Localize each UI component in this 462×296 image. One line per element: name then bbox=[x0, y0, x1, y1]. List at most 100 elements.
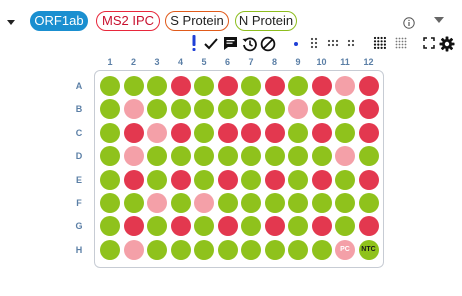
well-negative[interactable] bbox=[264, 99, 285, 120]
row-label[interactable]: C bbox=[74, 128, 84, 138]
gear-icon[interactable] bbox=[438, 35, 455, 52]
well-negative[interactable] bbox=[217, 193, 238, 213]
well-positive[interactable] bbox=[264, 216, 285, 237]
well-negative[interactable] bbox=[241, 239, 261, 260]
well-positive[interactable] bbox=[241, 122, 261, 143]
history-icon[interactable] bbox=[241, 35, 258, 52]
column-label[interactable]: 6 bbox=[220, 57, 236, 67]
target-chip-s-protein[interactable]: S Protein bbox=[165, 11, 229, 31]
plate-384-view-icon[interactable] bbox=[394, 36, 408, 50]
column-label[interactable]: 10 bbox=[314, 57, 330, 67]
well-positive[interactable] bbox=[311, 216, 332, 237]
well-negative[interactable] bbox=[194, 239, 214, 260]
well-weak-positive[interactable] bbox=[147, 193, 167, 213]
well-negative[interactable] bbox=[194, 76, 214, 96]
column-label[interactable]: 1 bbox=[102, 57, 118, 67]
well-negative[interactable] bbox=[335, 193, 355, 213]
info-icon[interactable] bbox=[402, 16, 416, 30]
well-weak-positive[interactable] bbox=[147, 122, 167, 143]
well-positive[interactable] bbox=[217, 169, 238, 190]
well-negative[interactable] bbox=[288, 239, 308, 260]
well-positive[interactable] bbox=[123, 122, 144, 143]
well-positive[interactable] bbox=[264, 76, 285, 96]
well-negative[interactable] bbox=[264, 193, 285, 213]
well-positive[interactable] bbox=[217, 76, 238, 96]
well-positive[interactable] bbox=[358, 76, 379, 96]
target-chip-ms2-ipc[interactable]: MS2 IPC bbox=[96, 11, 160, 31]
well-negative[interactable] bbox=[311, 99, 332, 120]
column-label[interactable]: 3 bbox=[149, 57, 165, 67]
well-negative[interactable] bbox=[358, 193, 379, 213]
well-positive[interactable] bbox=[217, 216, 238, 237]
plate-96-view-icon[interactable] bbox=[372, 35, 388, 51]
target-chip-n-protein[interactable]: N Protein bbox=[235, 11, 297, 31]
well-negative[interactable] bbox=[147, 239, 167, 260]
well-negative[interactable] bbox=[241, 169, 261, 190]
well-negative[interactable] bbox=[358, 146, 379, 167]
well-negative[interactable] bbox=[288, 122, 308, 143]
well-positive[interactable] bbox=[264, 122, 285, 143]
well-negative[interactable] bbox=[217, 146, 238, 167]
well-negative[interactable] bbox=[335, 169, 355, 190]
well-positive[interactable] bbox=[358, 122, 379, 143]
well-positive[interactable] bbox=[311, 122, 332, 143]
well-negative[interactable] bbox=[147, 76, 167, 96]
collapse-chevron-icon[interactable] bbox=[6, 18, 16, 28]
row-label[interactable]: G bbox=[74, 221, 84, 231]
well-weak-positive[interactable] bbox=[123, 239, 144, 260]
well-negative[interactable] bbox=[100, 76, 120, 96]
well-negative[interactable] bbox=[311, 193, 332, 213]
row-label[interactable]: A bbox=[74, 81, 84, 91]
well-weak-positive[interactable] bbox=[123, 99, 144, 120]
well-positive[interactable] bbox=[170, 169, 191, 190]
well-negative[interactable] bbox=[170, 193, 191, 213]
column-label[interactable]: 2 bbox=[126, 57, 142, 67]
well-negative[interactable] bbox=[100, 239, 120, 260]
row-label[interactable]: B bbox=[74, 104, 84, 114]
row-label[interactable]: E bbox=[74, 175, 84, 185]
column-label[interactable]: 12 bbox=[361, 57, 377, 67]
expand-icon[interactable] bbox=[422, 36, 436, 50]
row-label[interactable]: H bbox=[74, 245, 84, 255]
well-negative[interactable] bbox=[194, 122, 214, 143]
small-grid-view-icon[interactable] bbox=[345, 38, 357, 48]
well-no-template-control[interactable]: NTC bbox=[358, 239, 379, 260]
comment-icon[interactable] bbox=[222, 35, 238, 51]
well-positive[interactable] bbox=[311, 169, 332, 190]
well-positive[interactable] bbox=[311, 76, 332, 96]
column-dots-view-icon[interactable] bbox=[308, 36, 320, 50]
well-positive[interactable] bbox=[358, 99, 379, 120]
well-positive[interactable] bbox=[170, 76, 191, 96]
well-negative[interactable] bbox=[194, 169, 214, 190]
column-label[interactable]: 9 bbox=[290, 57, 306, 67]
ban-icon[interactable] bbox=[259, 35, 276, 52]
well-negative[interactable] bbox=[241, 76, 261, 96]
well-negative[interactable] bbox=[264, 239, 285, 260]
well-positive[interactable] bbox=[123, 216, 144, 237]
grid-dots-view-icon[interactable] bbox=[326, 38, 342, 48]
check-icon[interactable] bbox=[203, 36, 219, 52]
well-positive[interactable] bbox=[170, 122, 191, 143]
well-weak-positive[interactable] bbox=[123, 146, 144, 167]
well-negative[interactable] bbox=[288, 193, 308, 213]
well-negative[interactable] bbox=[311, 239, 332, 260]
well-positive[interactable] bbox=[264, 169, 285, 190]
well-negative[interactable] bbox=[147, 169, 167, 190]
well-negative[interactable] bbox=[335, 122, 355, 143]
well-negative[interactable] bbox=[100, 169, 120, 190]
well-positive[interactable] bbox=[358, 169, 379, 190]
exclamation-icon[interactable] bbox=[190, 34, 198, 52]
well-negative[interactable] bbox=[123, 76, 144, 96]
column-label[interactable]: 7 bbox=[243, 57, 259, 67]
well-negative[interactable] bbox=[311, 146, 332, 167]
well-negative[interactable] bbox=[100, 122, 120, 143]
well-weak-positive[interactable] bbox=[335, 76, 355, 96]
well-negative[interactable] bbox=[288, 169, 308, 190]
well-positive[interactable] bbox=[358, 216, 379, 237]
well-negative[interactable] bbox=[170, 239, 191, 260]
row-label[interactable]: D bbox=[74, 151, 84, 161]
single-dot-view-icon[interactable] bbox=[290, 38, 302, 50]
well-positive[interactable] bbox=[170, 216, 191, 237]
target-chip-orf1ab[interactable]: ORF1ab bbox=[30, 11, 88, 31]
well-positive[interactable] bbox=[123, 169, 144, 190]
